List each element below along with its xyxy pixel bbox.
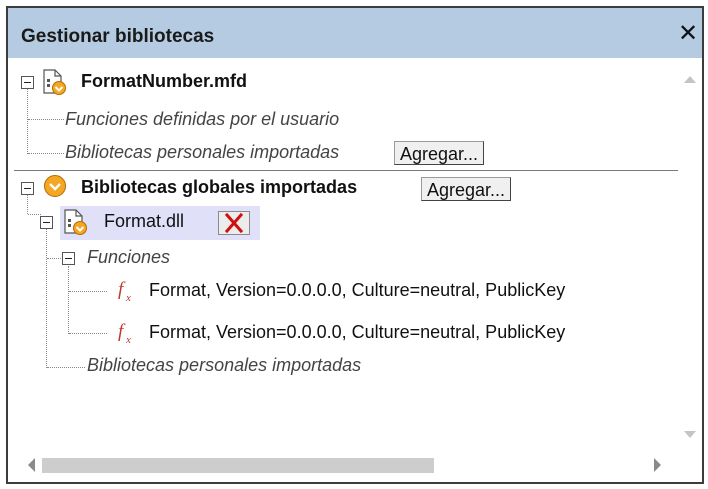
- mapping-file-name[interactable]: FormatNumber.mfd: [81, 71, 247, 92]
- tree-connector: [69, 333, 107, 334]
- user-defined-functions-label: Funciones definidas por el usuario: [65, 109, 340, 129]
- svg-text:f: f: [118, 279, 126, 300]
- svg-text:x: x: [125, 292, 131, 304]
- function-icon: f x: [118, 321, 131, 346]
- title-bar: Gestionar bibliotecas ✕: [8, 8, 702, 58]
- horizontal-scrollbar[interactable]: [8, 444, 678, 482]
- scroll-down-icon[interactable]: [683, 430, 697, 440]
- tree-connector: [46, 222, 47, 368]
- collapse-toggle[interactable]: [21, 182, 34, 195]
- tree-connector: [28, 119, 64, 120]
- scroll-left-icon[interactable]: [26, 457, 36, 473]
- svg-text:f: f: [118, 321, 126, 342]
- tree-connector: [28, 214, 41, 215]
- function-item[interactable]: Format, Version=0.0.0.0, Culture=neutral…: [149, 280, 565, 301]
- functions-label: Funciones: [87, 247, 171, 267]
- global-library-icon: [44, 175, 66, 197]
- delete-library-button[interactable]: [218, 211, 250, 235]
- tree-connector: [68, 266, 69, 334]
- tree-connector: [47, 258, 61, 259]
- tree-connector: [47, 367, 85, 368]
- imported-personal-libraries-label: Bibliotecas personales importadas: [87, 355, 362, 375]
- section-divider: [14, 170, 678, 171]
- tree-connector: [27, 82, 28, 154]
- vertical-scrollbar[interactable]: [678, 58, 702, 444]
- add-library-button[interactable]: Agregar...: [394, 141, 485, 165]
- horizontal-scroll-thumb[interactable]: [42, 458, 434, 473]
- collapse-toggle[interactable]: [62, 252, 75, 265]
- tree-connector: [69, 291, 107, 292]
- scroll-right-icon[interactable]: [653, 457, 663, 473]
- panel-title: Gestionar bibliotecas: [21, 26, 215, 47]
- library-tree: FormatNumber.mfd Funciones definidas por…: [8, 58, 678, 444]
- svg-text:x: x: [125, 334, 131, 346]
- delete-icon: [224, 212, 244, 234]
- global-libraries-label: Bibliotecas globales importadas: [81, 177, 358, 197]
- collapse-toggle[interactable]: [21, 76, 34, 89]
- imported-personal-libraries-label: Bibliotecas personales importadas: [65, 142, 340, 162]
- function-item[interactable]: Format, Version=0.0.0.0, Culture=neutral…: [149, 322, 565, 343]
- add-global-library-button[interactable]: Agregar...: [421, 177, 512, 201]
- scrollbar-corner: [678, 444, 702, 482]
- tree-connector: [28, 153, 64, 154]
- library-name[interactable]: Format.dll: [104, 211, 184, 232]
- scroll-up-icon[interactable]: [683, 74, 697, 84]
- function-icon: f x: [118, 279, 131, 304]
- mapping-file-icon: [43, 69, 66, 95]
- collapse-toggle[interactable]: [40, 216, 53, 229]
- manage-libraries-panel: Gestionar bibliotecas ✕ FormatNumber.mfd…: [6, 6, 704, 484]
- close-icon[interactable]: ✕: [676, 22, 700, 46]
- dll-library-icon: [64, 209, 87, 235]
